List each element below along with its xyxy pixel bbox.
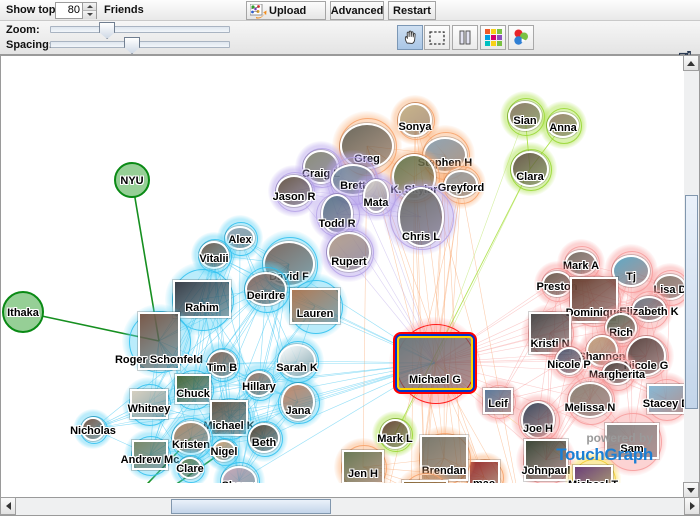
person-node[interactable]: Jen H: [334, 438, 392, 483]
node-avatar: [81, 417, 105, 441]
pause-icon: [459, 30, 471, 45]
spinner-increment-button[interactable]: [82, 3, 96, 11]
node-avatar: [483, 388, 513, 414]
group-people-icon: [514, 29, 528, 45]
color-palette-tool-button[interactable]: [480, 25, 506, 50]
node-avatar: [248, 423, 280, 453]
node-avatar: [342, 450, 384, 483]
friend-count-value: 80: [67, 4, 80, 16]
pan-hand-tool-button[interactable]: [397, 25, 423, 50]
friend-count-spinner[interactable]: 80: [55, 2, 97, 19]
node-avatar: [290, 288, 340, 324]
person-node[interactable]: Michael G: [389, 317, 481, 409]
restart-label: Restart: [393, 4, 431, 17]
upload-label: Upload: [269, 4, 307, 17]
scroll-down-button[interactable]: [683, 482, 699, 498]
hand-icon: [404, 30, 416, 44]
color-grid-icon: [484, 29, 502, 46]
node-avatar: [508, 101, 542, 131]
advanced-button[interactable]: Advanced: [330, 1, 384, 20]
horizontal-scrollbar-thumb[interactable]: [170, 499, 331, 514]
person-node[interactable]: Pru: [357, 481, 411, 483]
node-avatar: [132, 440, 168, 470]
node-avatar: [573, 465, 613, 483]
node-avatar: [398, 187, 444, 247]
rectangle-select-icon: [429, 30, 445, 45]
rectangle-select-tool-button[interactable]: [424, 25, 450, 50]
advanced-label: Advanced: [330, 4, 384, 17]
scroll-up-button[interactable]: [683, 55, 699, 71]
person-node[interactable]: Andrew Mc: [121, 429, 179, 481]
node-avatar: [524, 439, 568, 481]
node-halo: [357, 481, 411, 483]
upload-icon: [250, 4, 267, 19]
touchgraph-app: Show top 80 Friends Upload Advanced Rest…: [0, 0, 700, 516]
spacing-label: Spacing:: [6, 39, 53, 51]
person-node[interactable]: Chris L: [383, 179, 459, 255]
vertical-scrollbar[interactable]: [683, 55, 700, 498]
graph-canvas-container[interactable]: NYUIthakaMichiganSonyaSianAnnaGregStephe…: [0, 55, 700, 498]
zoom-slider-thumb[interactable]: [99, 22, 116, 39]
person-node[interactable]: Clara: [503, 142, 557, 196]
pause-layout-tool-button[interactable]: [452, 25, 478, 50]
horizontal-scrollbar[interactable]: [0, 497, 700, 516]
group-node[interactable]: NYU: [114, 162, 150, 198]
toolbar-second-row: Zoom: Spacing:: [0, 21, 700, 63]
group-node[interactable]: Ithaka: [2, 291, 44, 333]
node-avatar: [245, 272, 287, 306]
person-node[interactable]: Michael T: [565, 452, 621, 483]
zoom-label: Zoom:: [6, 24, 40, 36]
node-avatar: [130, 389, 168, 419]
scroll-right-button[interactable]: [684, 497, 700, 515]
node-avatar: [547, 112, 579, 138]
node-avatar: [278, 344, 316, 378]
zoom-slider[interactable]: [50, 22, 230, 39]
vertical-scrollbar-thumb[interactable]: [685, 195, 698, 410]
node-avatar: [276, 175, 312, 207]
spinner-decrement-button[interactable]: [82, 11, 96, 19]
person-node[interactable]: Nicholas: [70, 409, 116, 449]
node-avatar: [327, 232, 371, 272]
person-node[interactable]: Lauren: [282, 273, 348, 339]
spacing-slider-thumb[interactable]: [124, 37, 141, 54]
scroll-left-button[interactable]: [0, 497, 16, 515]
node-avatar: [397, 336, 473, 390]
person-node[interactable]: Sherry: [213, 455, 265, 483]
spacing-slider[interactable]: [50, 37, 230, 54]
restart-button[interactable]: Restart: [388, 1, 436, 20]
group-people-tool-button[interactable]: [508, 25, 534, 50]
friends-label: Friends: [104, 4, 144, 16]
graph-canvas[interactable]: NYUIthakaMichiganSonyaSianAnnaGregStephe…: [1, 56, 685, 483]
node-avatar: [138, 312, 180, 370]
upload-button[interactable]: Upload: [246, 1, 326, 20]
node-avatar: [511, 151, 549, 187]
node-avatar: [178, 457, 202, 479]
toolbar-top-row: Show top 80 Friends Upload Advanced Rest…: [0, 0, 700, 21]
show-top-label: Show top: [6, 4, 56, 16]
person-node[interactable]: Clare: [170, 448, 210, 483]
